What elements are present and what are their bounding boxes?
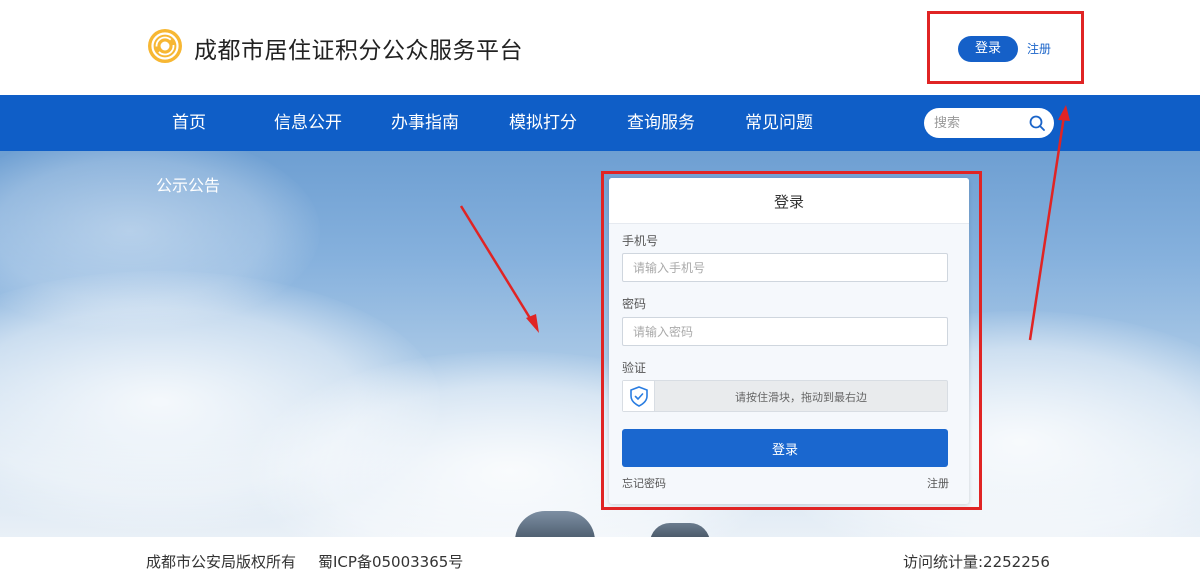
login-submit-button[interactable]: 登录 — [622, 429, 948, 467]
nav-item-service-guide[interactable]: 办事指南 — [391, 95, 459, 151]
password-label: 密码 — [622, 297, 647, 311]
footer-copyright: 成都市公安局版权所有 — [146, 553, 297, 571]
search-input[interactable] — [934, 113, 1024, 133]
login-panel: 登录 手机号 密码 验证 请按住滑块，拖动到最右边 登录 忘记密码 注册 — [609, 178, 969, 504]
nav-item-query-service[interactable]: 查询服务 — [627, 95, 695, 151]
header-login-button[interactable]: 登录 — [958, 36, 1018, 62]
search-box — [924, 108, 1054, 138]
logo-icon — [148, 29, 182, 63]
panel-register-link[interactable]: 注册 — [927, 475, 949, 491]
password-input[interactable] — [622, 317, 948, 346]
nav-item-info-disclosure[interactable]: 信息公开 — [274, 95, 342, 151]
forgot-password-link[interactable]: 忘记密码 — [622, 475, 666, 491]
site-title: 成都市居住证积分公众服务平台 — [194, 38, 523, 64]
notice-link[interactable]: 公示公告 — [156, 172, 220, 196]
nav-item-home[interactable]: 首页 — [172, 95, 206, 151]
footer-icp-link[interactable]: 蜀ICP备05003365号 — [318, 551, 463, 572]
main-nav: 首页 信息公开 办事指南 模拟打分 查询服务 常见问题 — [0, 95, 1200, 151]
phone-label: 手机号 — [622, 234, 659, 248]
login-panel-title: 登录 — [773, 193, 804, 211]
captcha-slider[interactable]: 请按住滑块，拖动到最右边 — [622, 380, 948, 412]
site-footer: 成都市公安局版权所有 蜀ICP备05003365号 访问统计量:2252256 — [0, 537, 1200, 581]
site-header: 成都市居住证积分公众服务平台 登录 注册 — [0, 0, 1200, 95]
nav-item-mock-scoring[interactable]: 模拟打分 — [509, 95, 577, 151]
phone-input[interactable] — [622, 253, 948, 282]
hero-banner: 公示公告 — [0, 151, 1200, 537]
captcha-label: 验证 — [622, 361, 647, 375]
search-icon[interactable] — [1028, 114, 1046, 132]
captcha-slider-handle[interactable] — [623, 381, 655, 411]
footer-visit-count: 访问统计量:2252256 — [903, 553, 1050, 571]
login-panel-header: 登录 — [609, 178, 969, 224]
header-register-link[interactable]: 注册 — [1027, 40, 1051, 57]
nav-item-faq[interactable]: 常见问题 — [745, 95, 813, 151]
captcha-hint: 请按住滑块，拖动到最右边 — [735, 391, 867, 404]
shield-check-icon — [630, 386, 648, 407]
